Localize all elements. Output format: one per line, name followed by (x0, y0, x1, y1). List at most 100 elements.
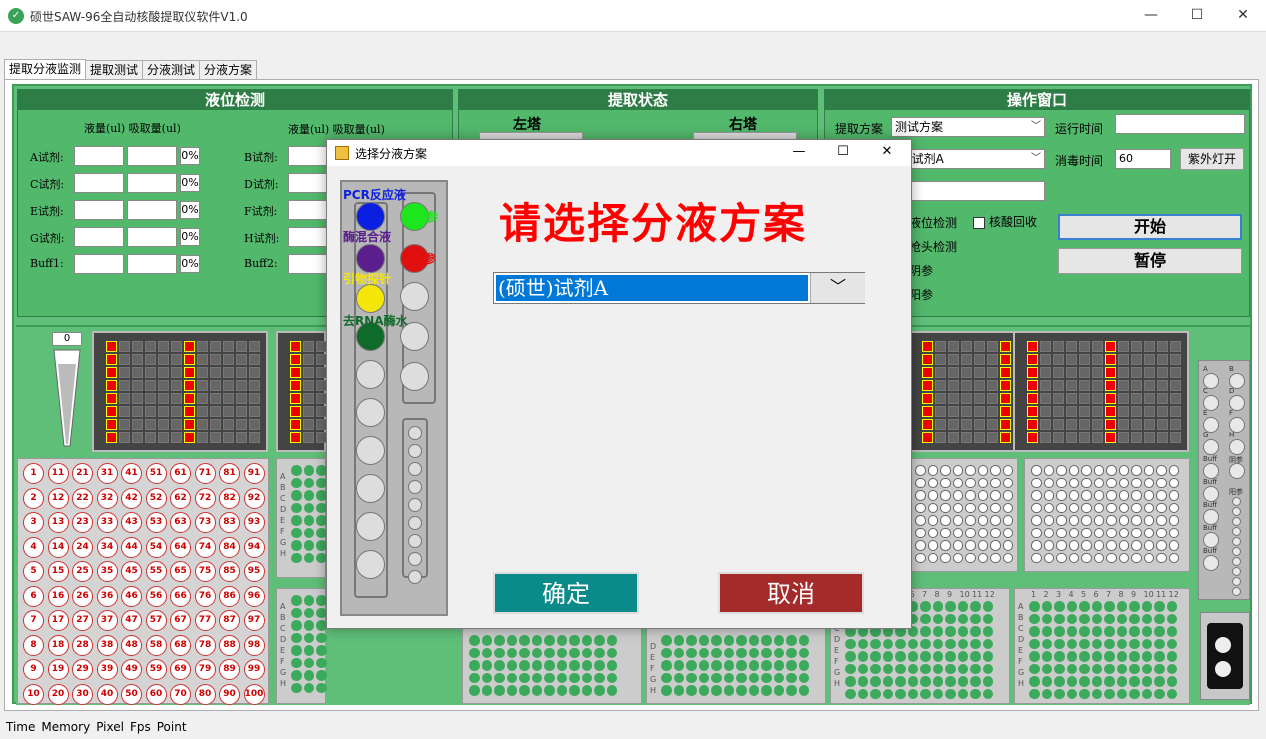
sample-tube[interactable]: 33 (96, 512, 118, 533)
liquid-volume-field[interactable] (74, 173, 124, 193)
sample-tube[interactable]: 27 (72, 610, 93, 631)
sample-tube[interactable]: 25 (72, 561, 93, 582)
sample-tube[interactable]: 85 (219, 561, 240, 582)
sample-tube[interactable]: 71 (194, 463, 216, 484)
sample-tube[interactable]: 31 (96, 463, 118, 484)
sample-tube[interactable]: 50 (121, 683, 142, 705)
sample-tube[interactable]: 39 (96, 659, 118, 680)
draw-volume-field[interactable] (127, 200, 177, 220)
uv-light-button[interactable]: 紫外灯开 (1180, 148, 1244, 170)
sample-tube[interactable]: 60 (145, 683, 167, 705)
sample-tube[interactable]: 28 (72, 634, 93, 656)
sample-tube[interactable]: 38 (96, 634, 118, 656)
sample-tube[interactable]: 99 (243, 659, 265, 680)
reagent-tube-filled[interactable] (356, 202, 385, 231)
small-tube[interactable] (408, 426, 422, 440)
sample-tube[interactable]: 30 (72, 683, 93, 705)
scheme-select[interactable]: 测试方案 ﹀ (891, 117, 1045, 137)
sample-tube[interactable]: 82 (219, 487, 240, 509)
sample-tube[interactable]: 19 (47, 659, 69, 680)
sample-tube[interactable]: 42 (121, 487, 142, 509)
sample-tube[interactable]: 93 (243, 512, 265, 533)
sample-tube[interactable]: 23 (72, 512, 93, 533)
sample-tube[interactable]: 96 (243, 585, 265, 607)
sample-tube[interactable]: 55 (145, 561, 167, 582)
runtime-field[interactable] (1115, 114, 1245, 134)
dialog-close-button[interactable]: ✕ (867, 142, 907, 164)
sample-tube[interactable]: 78 (194, 634, 216, 656)
draw-volume-field[interactable] (127, 173, 177, 193)
liquid-volume-field[interactable] (288, 146, 328, 166)
reagent-tube-empty[interactable] (400, 362, 429, 391)
sample-tube[interactable]: 94 (243, 536, 265, 558)
sample-tube[interactable]: 36 (96, 585, 118, 607)
sample-tube[interactable]: 9 (23, 659, 44, 680)
sample-tube[interactable]: 68 (170, 634, 191, 656)
sample-tube[interactable]: 83 (219, 512, 240, 533)
start-button[interactable]: 开始 (1058, 214, 1242, 240)
tab-dispense-test[interactable]: 分液测试 (142, 60, 201, 80)
sample-tube[interactable]: 41 (121, 463, 142, 484)
reagent-tube-empty[interactable] (356, 436, 385, 465)
reagent-tube-empty[interactable] (356, 512, 385, 541)
tip-check-label[interactable]: 枪头检测 (909, 238, 957, 255)
sample-tube[interactable]: 53 (145, 512, 167, 533)
sample-tube[interactable]: 46 (121, 585, 142, 607)
reagent-tube-empty[interactable] (400, 282, 429, 311)
draw-volume-field[interactable] (127, 146, 177, 166)
sample-tube[interactable]: 35 (96, 561, 118, 582)
disinfect-field[interactable]: 60 (1115, 149, 1171, 169)
sample-tube[interactable]: 14 (47, 536, 69, 558)
sample-tube[interactable]: 80 (194, 683, 216, 705)
sample-tube[interactable]: 16 (47, 585, 69, 607)
small-tube[interactable] (408, 552, 422, 566)
sample-tube[interactable]: 43 (121, 512, 142, 533)
liquid-check-label[interactable]: 液位检测 (909, 214, 957, 231)
small-tube[interactable] (408, 498, 422, 512)
sample-tube[interactable]: 88 (219, 634, 240, 656)
sample-tube[interactable]: 89 (219, 659, 240, 680)
sample-tube[interactable]: 13 (47, 512, 69, 533)
sample-tube[interactable]: 69 (170, 659, 191, 680)
sample-tube[interactable]: 57 (145, 610, 167, 631)
recycle-checkbox[interactable]: 核酸回收 (973, 213, 1037, 230)
scheme-extra-field[interactable] (891, 181, 1045, 201)
sample-tube[interactable]: 5 (23, 561, 44, 582)
dialog-maximize-button[interactable]: ☐ (823, 142, 863, 164)
small-tube[interactable] (408, 570, 422, 584)
sample-tube[interactable]: 62 (170, 487, 191, 509)
sample-tube[interactable]: 20 (47, 683, 69, 705)
positive-control-label[interactable]: 阳参 (909, 286, 933, 303)
sample-tube[interactable]: 54 (145, 536, 167, 558)
sample-tube[interactable]: 75 (194, 561, 216, 582)
sample-tube[interactable]: 73 (194, 512, 216, 533)
sample-tube[interactable]: 34 (96, 536, 118, 558)
liquid-volume-field[interactable] (288, 227, 328, 247)
sample-tube[interactable]: 26 (72, 585, 93, 607)
sample-tube[interactable]: 22 (72, 487, 93, 509)
cancel-button[interactable]: 取消 (718, 572, 864, 614)
dialog-minimize-button[interactable]: — (779, 142, 819, 164)
sample-tube[interactable]: 97 (243, 610, 265, 631)
close-button[interactable]: ✕ (1220, 0, 1266, 32)
small-tube[interactable] (408, 516, 422, 530)
tab-extract-test[interactable]: 提取测试 (85, 60, 144, 80)
sample-tube[interactable]: 52 (145, 487, 167, 509)
pause-button[interactable]: 暂停 (1058, 248, 1242, 274)
sample-tube[interactable]: 74 (194, 536, 216, 558)
sample-tube[interactable]: 59 (145, 659, 167, 680)
liquid-volume-field[interactable] (74, 227, 124, 247)
sample-tube[interactable]: 67 (170, 610, 191, 631)
sample-tube[interactable]: 92 (243, 487, 265, 509)
liquid-volume-field[interactable] (74, 200, 124, 220)
sample-tube[interactable]: 12 (47, 487, 69, 509)
scheme-combobox-value[interactable]: (硕世)试剂A (496, 275, 808, 301)
sample-tube[interactable]: 65 (170, 561, 191, 582)
sample-tube[interactable]: 100 (243, 683, 265, 705)
sample-tube[interactable]: 91 (243, 463, 265, 484)
reagent-select[interactable]: 世)试剂A ﹀ (891, 149, 1045, 169)
sample-tube[interactable]: 4 (23, 536, 44, 558)
small-tube[interactable] (408, 534, 422, 548)
sample-tube[interactable]: 58 (145, 634, 167, 656)
sample-tube[interactable]: 61 (170, 463, 191, 484)
